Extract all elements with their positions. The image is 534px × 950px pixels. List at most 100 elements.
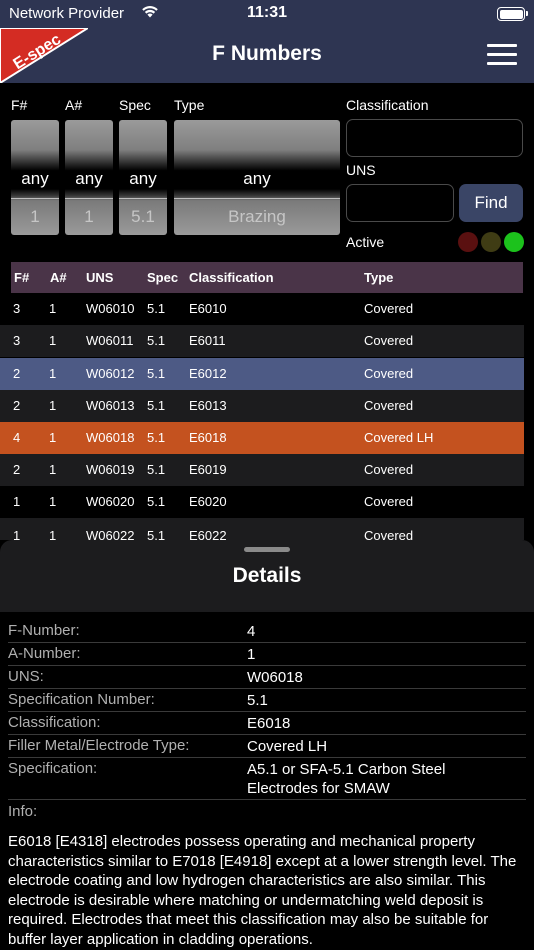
type-label: Type bbox=[174, 97, 205, 113]
uns-label: UNS bbox=[346, 162, 376, 178]
detail-key: F-Number: bbox=[8, 622, 80, 639]
spec-next-option[interactable]: 5.1 bbox=[119, 207, 167, 227]
results-table-header: F# A# UNS Spec Classification Type bbox=[11, 262, 523, 293]
row-uns: W06013 bbox=[86, 398, 135, 413]
row-a-number: 1 bbox=[49, 528, 57, 540]
row-a-number: 1 bbox=[49, 494, 57, 509]
header-a-number[interactable]: A# bbox=[50, 262, 67, 293]
row-spec: 5.1 bbox=[147, 301, 166, 316]
spec-selected: any bbox=[129, 169, 157, 188]
row-uns: W06019 bbox=[86, 462, 135, 477]
uns-input[interactable] bbox=[346, 184, 454, 222]
clock-time: 11:31 bbox=[246, 4, 288, 21]
classification-input[interactable] bbox=[346, 119, 523, 157]
detail-key: Classification: bbox=[8, 714, 101, 731]
row-a-number: 1 bbox=[49, 301, 57, 316]
row-classification: E6011 bbox=[189, 333, 226, 348]
navigation-bar: E-spec F Numbers bbox=[0, 28, 534, 83]
row-type: Covered bbox=[364, 528, 414, 540]
active-label: Active bbox=[346, 234, 385, 250]
row-f-number: 2 bbox=[13, 366, 21, 381]
row-a-number: 1 bbox=[49, 366, 57, 381]
row-classification: E6010 bbox=[189, 301, 227, 316]
row-uns: W06022 bbox=[86, 528, 135, 540]
detail-key: Filler Metal/Electrode Type: bbox=[8, 737, 190, 754]
spec-picker[interactable]: any 5.1 bbox=[119, 120, 167, 235]
f-number-picker[interactable]: any 1 bbox=[11, 120, 59, 235]
type-picker[interactable]: any Brazing bbox=[174, 120, 340, 235]
detail-value: 5.1 bbox=[247, 692, 268, 709]
sheet-grabber-handle[interactable] bbox=[244, 547, 290, 552]
header-spec[interactable]: Spec bbox=[147, 262, 178, 293]
row-type: Covered bbox=[364, 494, 414, 509]
a-number-picker[interactable]: any 1 bbox=[65, 120, 113, 235]
row-type: Covered LH bbox=[364, 430, 434, 445]
battery-icon bbox=[497, 7, 528, 21]
details-list: F-Number: 4 A-Number: 1 UNS: W06018 Spec… bbox=[0, 612, 534, 950]
row-type: Covered bbox=[364, 462, 414, 477]
table-row[interactable]: 3 1 W06010 5.1 E6010 Covered bbox=[0, 293, 524, 325]
detail-value: E6018 bbox=[247, 715, 291, 732]
row-classification: E6022 bbox=[189, 528, 227, 540]
row-f-number: 2 bbox=[13, 398, 21, 413]
a-number-next-option[interactable]: 1 bbox=[65, 207, 113, 227]
row-spec: 5.1 bbox=[147, 366, 166, 381]
detail-row-a-number: A-Number: 1 bbox=[8, 643, 526, 666]
row-f-number: 2 bbox=[13, 462, 21, 477]
detail-key: A-Number: bbox=[8, 645, 81, 662]
row-spec: 5.1 bbox=[147, 462, 166, 477]
f-number-selected: any bbox=[21, 169, 49, 188]
row-a-number: 1 bbox=[49, 430, 57, 445]
info-text: E6018 [E4318] electrodes possess operati… bbox=[8, 833, 517, 948]
header-type[interactable]: Type bbox=[364, 262, 393, 293]
f-number-next-option[interactable]: 1 bbox=[11, 207, 59, 227]
detail-row-electrode-type: Filler Metal/Electrode Type: Covered LH bbox=[8, 735, 526, 758]
detail-row-uns: UNS: W06018 bbox=[8, 666, 526, 689]
detail-key: UNS: bbox=[8, 668, 44, 685]
header-uns[interactable]: UNS bbox=[86, 262, 113, 293]
classification-label: Classification bbox=[346, 97, 429, 113]
row-type: Covered bbox=[364, 398, 414, 413]
status-dot-green bbox=[504, 232, 524, 252]
table-row[interactable]: 1 1 W06022 5.1 E6022 Covered bbox=[0, 518, 524, 540]
info-label: Info: bbox=[8, 803, 38, 820]
details-title: Details bbox=[232, 564, 302, 587]
row-uns: W06018 bbox=[86, 430, 135, 445]
detail-row-classification: Classification: E6018 bbox=[8, 712, 526, 735]
row-f-number: 4 bbox=[13, 430, 21, 445]
detail-key: Specification Number: bbox=[8, 691, 155, 708]
detail-value: 4 bbox=[247, 623, 256, 640]
row-spec: 5.1 bbox=[147, 398, 166, 413]
detail-row-spec-number: Specification Number: 5.1 bbox=[8, 689, 526, 712]
table-row[interactable]: 2 1 W06013 5.1 E6013 Covered bbox=[0, 390, 524, 422]
row-f-number: 3 bbox=[13, 333, 21, 348]
row-type: Covered bbox=[364, 301, 414, 316]
table-row[interactable]: 2 1 W06019 5.1 E6019 Covered bbox=[0, 454, 524, 486]
row-type: Covered bbox=[364, 366, 414, 381]
table-row-highlighted[interactable]: 4 1 W06018 5.1 E6018 Covered LH bbox=[0, 422, 524, 454]
find-button[interactable]: Find bbox=[459, 184, 523, 222]
table-row[interactable]: 3 1 W06011 5.1 E6011 Covered bbox=[0, 325, 524, 357]
status-dot-red bbox=[458, 232, 478, 252]
hamburger-menu-icon[interactable] bbox=[487, 44, 517, 66]
detail-value: A5.1 or SFA-5.1 Carbon Steel Electrodes … bbox=[247, 761, 446, 797]
a-number-selected: any bbox=[75, 169, 103, 188]
row-a-number: 1 bbox=[49, 333, 57, 348]
row-a-number: 1 bbox=[49, 462, 57, 477]
type-next-option[interactable]: Brazing bbox=[174, 207, 340, 227]
status-bar: Network Provider 11:31 bbox=[0, 0, 534, 28]
header-classification[interactable]: Classification bbox=[189, 262, 274, 293]
table-row[interactable]: 1 1 W06020 5.1 E6020 Covered bbox=[0, 486, 524, 518]
page-title: F Numbers bbox=[212, 42, 322, 65]
header-f-number[interactable]: F# bbox=[14, 262, 29, 293]
row-f-number: 1 bbox=[13, 528, 21, 540]
row-f-number: 3 bbox=[13, 301, 21, 316]
spec-label: Spec bbox=[119, 97, 151, 113]
row-uns: W06010 bbox=[86, 301, 135, 316]
detail-value: 1 bbox=[247, 646, 256, 663]
detail-row-specification: Specification: A5.1 or SFA-5.1 Carbon St… bbox=[8, 758, 526, 800]
row-spec: 5.1 bbox=[147, 430, 166, 445]
row-spec: 5.1 bbox=[147, 333, 166, 348]
row-f-number: 1 bbox=[13, 494, 21, 509]
table-row-selected[interactable]: 2 1 W06012 5.1 E6012 Covered bbox=[0, 358, 524, 390]
